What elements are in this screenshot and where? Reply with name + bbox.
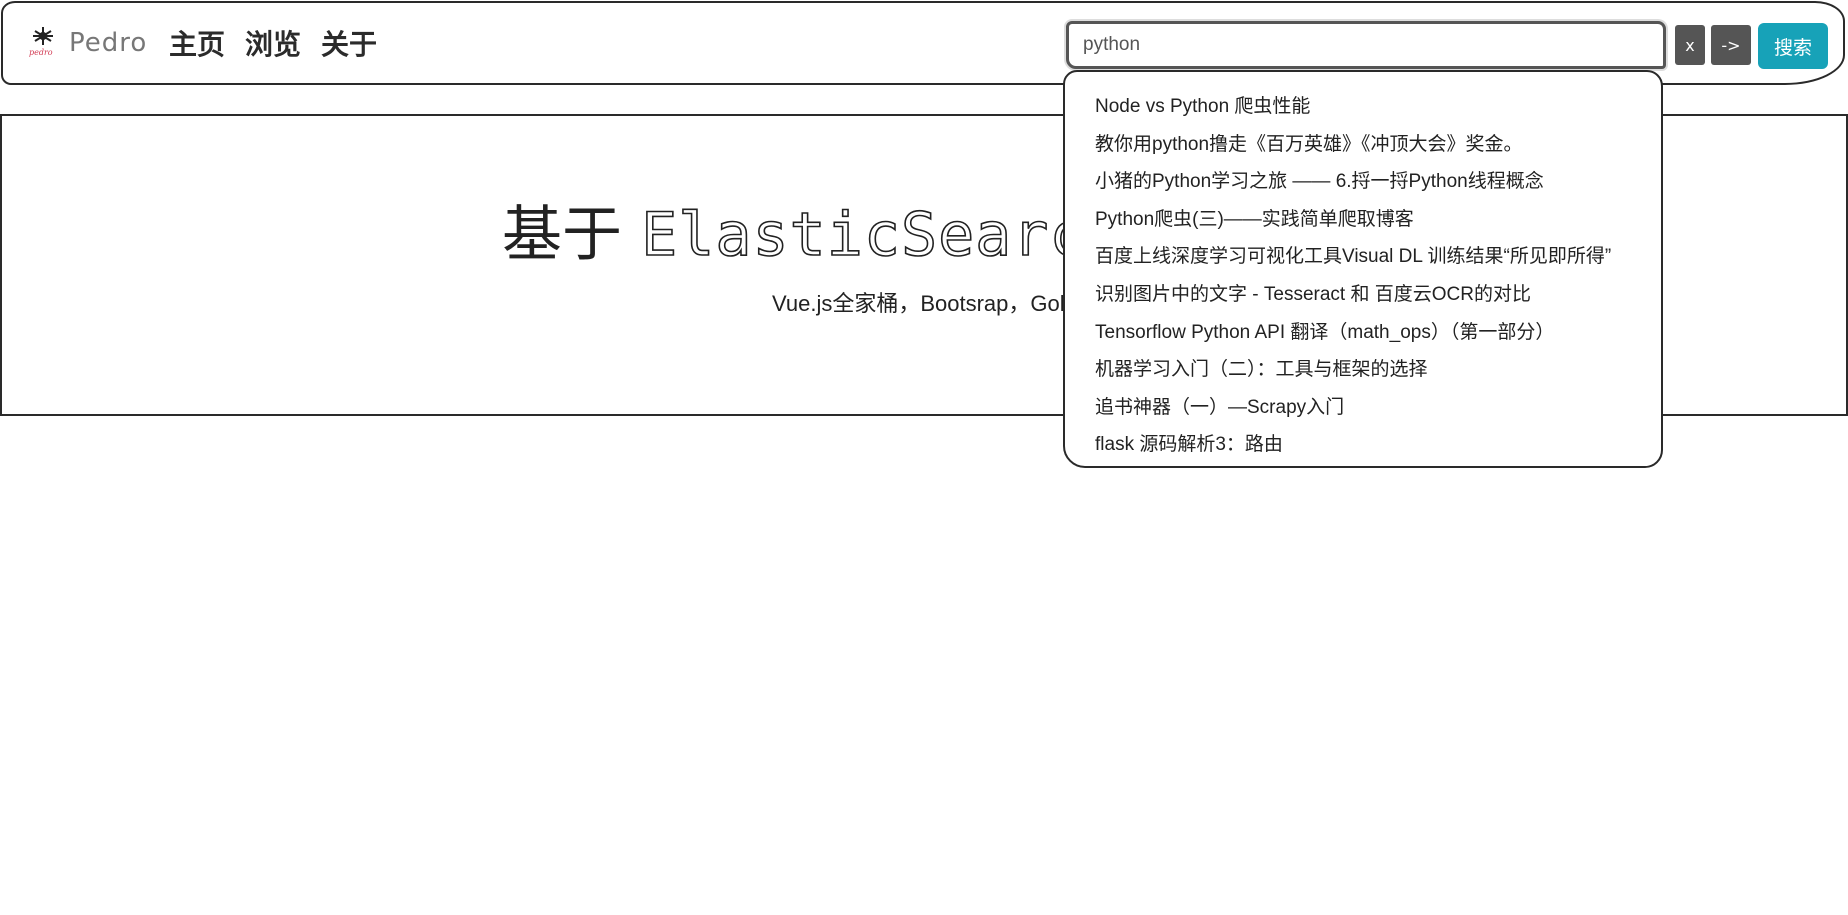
suggestion-item[interactable]: Tensorflow Python API 翻译（math_ops）（第一部分） xyxy=(1095,314,1661,352)
go-button[interactable]: -> xyxy=(1711,25,1751,65)
suggestion-item[interactable]: 百度上线深度学习可视化工具Visual DL 训练结果“所见即所得” xyxy=(1095,238,1661,276)
nav-link-about[interactable]: 关于 xyxy=(321,23,377,63)
nav-link-home[interactable]: 主页 xyxy=(169,23,225,63)
suggestion-item[interactable]: 小猪的Python学习之旅 —— 6.捋一捋Python线程概念 xyxy=(1095,163,1661,201)
suggestion-item[interactable]: 机器学习入门（二）：工具与框架的选择 xyxy=(1095,351,1661,389)
clear-search-button[interactable]: x xyxy=(1675,25,1705,65)
hero-title-prefix: 基于 xyxy=(502,200,622,270)
suggestion-item[interactable]: 识别图片中的文字 - Tesseract 和 百度云OCR的对比 xyxy=(1095,276,1661,314)
nav-links: 主页 浏览 关于 xyxy=(169,23,377,63)
search-input[interactable] xyxy=(1066,21,1666,69)
logo-text: pedro xyxy=(29,48,53,57)
hero-title-latin: ElasticSearch xyxy=(640,199,1124,271)
search-button[interactable]: 搜索 xyxy=(1758,23,1828,69)
suggestion-item[interactable]: flask 源码解析3：路由 xyxy=(1095,426,1661,464)
brand-name[interactable]: Pedro xyxy=(69,28,147,58)
search-suggestions-dropdown: Node vs Python 爬虫性能 教你用python撸走《百万英雄》《冲顶… xyxy=(1063,70,1663,468)
pedro-logo-icon: pedro xyxy=(29,25,57,61)
suggestion-item[interactable]: 追书神器（一）—Scrapy入门 xyxy=(1095,389,1661,427)
suggestion-item[interactable]: Node vs Python 爬虫性能 xyxy=(1095,88,1661,126)
brand[interactable]: pedro Pedro xyxy=(29,25,147,61)
suggestion-item[interactable]: 教你用python撸走《百万英雄》《冲顶大会》奖金。 xyxy=(1095,126,1661,164)
suggestion-item[interactable]: Python爬虫(三)——实践简单爬取博客 xyxy=(1095,201,1661,239)
hero-subtitle: Vue.js全家桶，Bootsrap，Golan xyxy=(772,291,1090,316)
nav-link-browse[interactable]: 浏览 xyxy=(245,23,301,63)
